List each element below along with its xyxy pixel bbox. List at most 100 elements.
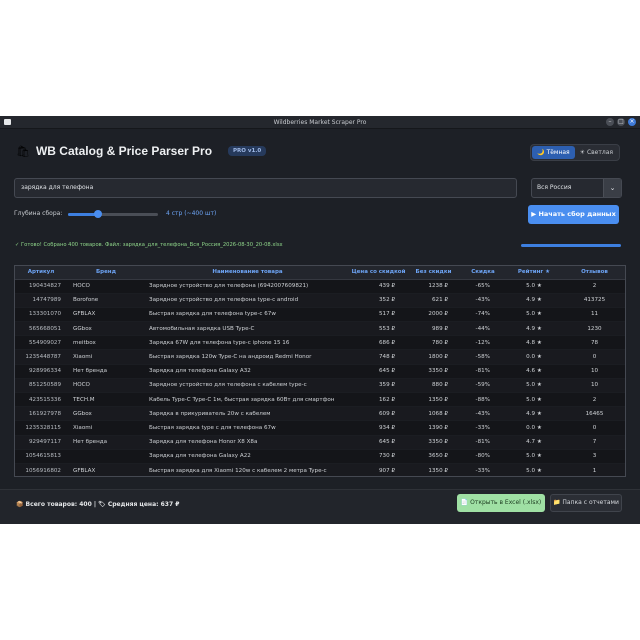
table-row[interactable]: 929497117 Нет бренда Зарядка для телефона … xyxy=(15,435,625,450)
cell-article: 1054615813 xyxy=(15,449,67,464)
totals-summary: 📦 Всего товаров: 400 | 🏷 Средняя цена: 6… xyxy=(16,501,180,508)
window-title: Wildberries Market Scraper Pro xyxy=(273,119,367,126)
cell-article: 565668051 xyxy=(15,321,67,337)
cell-rating: 4.8 ★ xyxy=(506,335,562,351)
start-scrape-button[interactable]: ▶ Начать сбор данных xyxy=(528,205,619,224)
table-row[interactable]: 14747989 Borofone Зарядное устройство для … xyxy=(15,293,625,308)
cell-name: Зарядка для телефона Galaxy A32 xyxy=(145,364,350,379)
cell-price-old: 1390 ₽ xyxy=(407,420,460,436)
table-row[interactable]: 423515336 TECH.M Кабель Type-C Type-C 1м, … xyxy=(15,392,625,408)
table-row[interactable]: 565668051 GGbox Автомобильная зарядка USB … xyxy=(15,321,625,337)
cell-price-old: 621 ₽ xyxy=(407,293,460,308)
cell-reviews: 2 xyxy=(562,279,625,294)
cell-rating: 5.0 ★ xyxy=(506,307,562,323)
cell-reviews: 2 xyxy=(562,392,625,408)
theme-light-button[interactable]: ☀ Светлая xyxy=(575,146,618,159)
theme-dark-button[interactable]: 🌙 Тёмная xyxy=(532,146,575,159)
minimize-icon[interactable]: – xyxy=(606,118,614,126)
col-price-old[interactable]: Без скидки xyxy=(407,266,460,280)
cell-discount: -80% xyxy=(460,449,506,464)
cell-article: 1056916802 xyxy=(15,463,67,476)
table-row[interactable]: 1235328115 Xiaomi Быстрая зарядка type c д… xyxy=(15,420,625,436)
col-discount[interactable]: Скидка xyxy=(460,266,506,280)
col-reviews[interactable]: Отзывов xyxy=(562,266,625,280)
cell-price-old: 989 ₽ xyxy=(407,321,460,337)
cell-reviews: 78 xyxy=(562,335,625,351)
cell-name: Быстрая зарядка для телефона type-c 67w xyxy=(145,307,350,323)
table-row[interactable]: 133301070 GFBLAX Быстрая зарядка для телеф… xyxy=(15,307,625,323)
cell-price-old: 2000 ₽ xyxy=(407,307,460,323)
cell-name: Зарядное устройство для телефона type-c … xyxy=(145,293,350,308)
cell-price: 907 ₽ xyxy=(350,463,407,476)
app-header: 🛍 WB Catalog & Price Parser Pro PRO v1.0 xyxy=(16,144,267,158)
col-name[interactable]: Наименование товара xyxy=(145,266,350,280)
cell-price-old: 1800 ₽ xyxy=(407,349,460,365)
open-excel-button[interactable]: 📄 Открыть в Excel (.xlsx) xyxy=(457,494,545,512)
cell-name: Зарядка для телефона Galaxy A22 xyxy=(145,449,350,464)
table-row[interactable]: 554909027 meitbox Зарядка 67W для телефона… xyxy=(15,335,625,351)
cell-price-old: 1238 ₽ xyxy=(407,279,460,294)
cell-article: 851250589 xyxy=(15,378,67,394)
cell-article: 133301070 xyxy=(15,307,67,323)
cell-discount: -43% xyxy=(460,293,506,308)
depth-slider[interactable] xyxy=(68,210,158,218)
cell-article: 14747989 xyxy=(15,293,67,308)
col-brand[interactable]: Бренд xyxy=(67,266,145,280)
cell-article: 190434827 xyxy=(15,279,67,294)
cell-reviews: 1230 xyxy=(562,321,625,337)
cell-price: 645 ₽ xyxy=(350,435,407,450)
results-table: Артикул Бренд Наименование товара Цена с… xyxy=(14,265,626,477)
cell-name: Зарядка 67W для телефона type-c iphone 1… xyxy=(145,335,350,351)
table-row[interactable]: 190434827 HOCO Зарядное устройство для тел… xyxy=(15,279,625,294)
cell-name: Быстрая зарядка type c для телефона 67w xyxy=(145,420,350,436)
cell-discount: -44% xyxy=(460,321,506,337)
table-row[interactable]: 928996334 Нет бренда Зарядка для телефона … xyxy=(15,364,625,379)
cell-brand: GFBLAX xyxy=(67,463,145,476)
cell-rating: 4.9 ★ xyxy=(506,406,562,422)
table-row[interactable]: 851250589 HOCO Зарядное устройство для тел… xyxy=(15,378,625,394)
chevron-down-icon[interactable]: ⌄ xyxy=(603,179,621,197)
cell-brand: Xiaomi xyxy=(67,420,145,436)
cell-article: 161927978 xyxy=(15,406,67,422)
search-input[interactable]: зарядка для телефона xyxy=(14,178,517,198)
region-select[interactable]: Вся Россия ⌄ xyxy=(531,178,622,198)
cell-price: 730 ₽ xyxy=(350,449,407,464)
cell-discount: -74% xyxy=(460,307,506,323)
title-bar: Wildberries Market Scraper Pro – □ × xyxy=(0,116,640,129)
cell-price-old: 1350 ₽ xyxy=(407,463,460,476)
cell-rating: 5.0 ★ xyxy=(506,449,562,464)
cell-price: 934 ₽ xyxy=(350,420,407,436)
table-row[interactable]: 161927978 GGbox Зарядка в прикуриватель 20… xyxy=(15,406,625,422)
cell-discount: -81% xyxy=(460,435,506,450)
shopping-bag-icon: 🛍 xyxy=(16,144,30,158)
cell-price-old: 3650 ₽ xyxy=(407,449,460,464)
cell-rating: 4.6 ★ xyxy=(506,364,562,379)
cell-price-old: 3350 ₽ xyxy=(407,364,460,379)
depth-slider-handle[interactable] xyxy=(93,210,102,218)
table-row[interactable]: 1054615813 Зарядка для телефона Galaxy A2… xyxy=(15,449,625,464)
cell-price: 352 ₽ xyxy=(350,293,407,308)
cell-name: Кабель Type-C Type-C 1м, быстрая зарядка… xyxy=(145,392,350,408)
table-row[interactable]: 1235448787 Xiaomi Быстрая зарядка 120w Typ… xyxy=(15,349,625,365)
open-folder-button[interactable]: 📁 Папка с отчетами xyxy=(550,494,622,512)
depth-value: 4 стр (~400 шт) xyxy=(166,210,217,217)
cell-brand: Нет бренда xyxy=(67,364,145,379)
cell-price-old: 880 ₽ xyxy=(407,378,460,394)
cell-reviews: 16465 xyxy=(562,406,625,422)
cell-price-old: 1350 ₽ xyxy=(407,392,460,408)
cell-discount: -58% xyxy=(460,349,506,365)
status-message: ✓ Готово! Собрано 400 товаров. Файл: зар… xyxy=(15,242,283,248)
theme-switch: 🌙 Тёмная ☀ Светлая xyxy=(530,144,620,161)
cell-rating: 4.7 ★ xyxy=(506,435,562,450)
maximize-icon[interactable]: □ xyxy=(617,118,625,126)
col-rating[interactable]: Рейтинг ★ xyxy=(506,266,562,280)
cell-price-old: 780 ₽ xyxy=(407,335,460,351)
cell-rating: 5.0 ★ xyxy=(506,378,562,394)
cell-rating: 4.9 ★ xyxy=(506,293,562,308)
close-icon[interactable]: × xyxy=(628,118,636,126)
col-article[interactable]: Артикул xyxy=(15,266,67,280)
table-row[interactable]: 1056916802 GFBLAX Быстрая зарядка для Xiao… xyxy=(15,463,625,476)
cell-name: Автомобильная зарядка USB Type-C xyxy=(145,321,350,337)
col-price[interactable]: Цена со скидкой xyxy=(350,266,407,280)
cell-name: Зарядка в прикуриватель 20w с кабелем xyxy=(145,406,350,422)
